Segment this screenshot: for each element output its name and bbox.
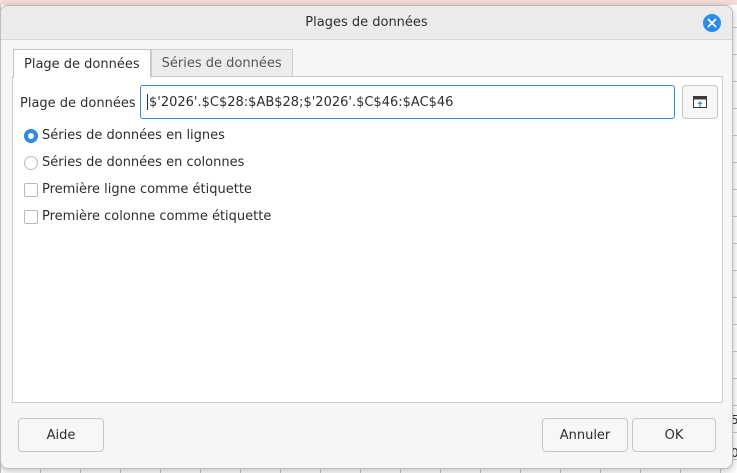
close-icon [707, 18, 717, 28]
tab-panel-data-range: Plage de données : $'2026'.$C$28:$AB$28;… [12, 76, 723, 403]
first-column-label-checkbox[interactable] [24, 209, 38, 224]
cancel-button[interactable]: Annuler [542, 418, 628, 452]
series-in-rows-label: Séries de données en lignes [42, 128, 225, 143]
series-in-rows-option[interactable]: Séries de données en lignes [24, 128, 225, 143]
shrink-dialog-button[interactable] [682, 85, 718, 119]
series-in-columns-label: Séries de données en colonnes [42, 155, 245, 170]
series-in-columns-option[interactable]: Séries de données en colonnes [24, 155, 244, 170]
close-button[interactable] [703, 14, 721, 32]
first-row-label-option[interactable]: Première ligne comme étiquette [24, 182, 252, 197]
dialog-titlebar: Plages de données [1, 6, 732, 40]
first-row-label-checkbox[interactable] [24, 182, 38, 197]
data-ranges-dialog: Plages de données Plage de données Série… [0, 5, 733, 469]
tab-data-range[interactable]: Plage de données [13, 49, 151, 78]
help-button[interactable]: Aide [18, 418, 104, 452]
tab-bar: Plage de données Séries de données [13, 49, 293, 78]
text-caret [147, 94, 148, 110]
first-column-label-text: Première colonne comme étiquette [42, 209, 272, 224]
tab-data-series[interactable]: Séries de données [150, 49, 293, 77]
shrink-icon [693, 96, 707, 108]
series-in-rows-radio[interactable] [24, 128, 38, 143]
series-in-columns-radio[interactable] [24, 155, 38, 170]
data-range-label: Plage de données : [20, 96, 145, 111]
ok-button[interactable]: OK [632, 418, 716, 452]
first-column-label-option[interactable]: Première colonne comme étiquette [24, 209, 271, 224]
first-row-label-text: Première ligne comme étiquette [42, 182, 252, 197]
data-range-value: $'2026'.$C$28:$AB$28;$'2026'.$C$46:$AC$4… [149, 94, 454, 110]
dialog-title: Plages de données [305, 15, 428, 30]
data-range-input[interactable]: $'2026'.$C$28:$AB$28;$'2026'.$C$46:$AC$4… [140, 85, 675, 119]
